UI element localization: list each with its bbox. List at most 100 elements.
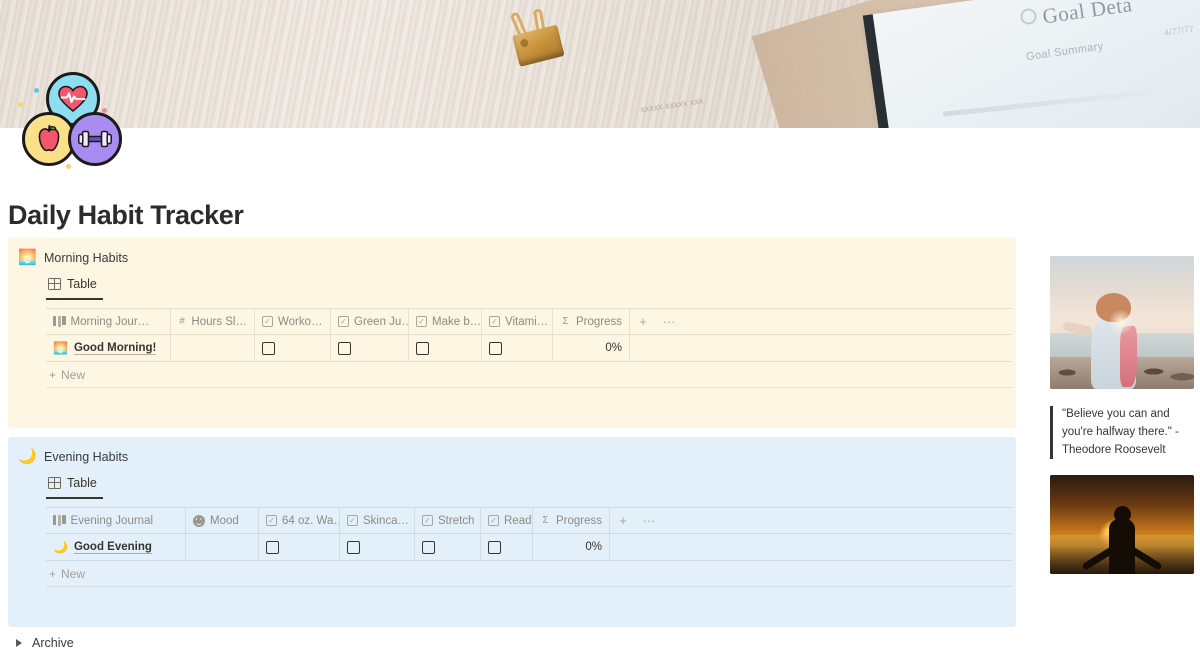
checkbox-unchecked-icon[interactable] [416,341,429,355]
sigma-icon: Σ [542,515,549,526]
table-row[interactable]: 🌅 Good Morning! 0% [46,335,1012,362]
morning-row-progress-cell[interactable]: 0% [553,335,630,361]
tab-evening-table[interactable]: Table [46,473,103,499]
column-label: Progress [555,514,602,527]
image-woman-beach-sunset[interactable] [1050,256,1194,389]
checkbox-icon: ✓ [338,316,349,327]
planner-logo-icon [1019,7,1038,26]
morning-col-vitamins[interactable]: ✓ Vitami… [482,309,553,334]
database-evening-habits: 🌙 Evening Habits Table Evening Journal M… [8,437,1016,627]
sunrise-icon: 🌅 [18,249,37,266]
column-label: Progress [575,315,622,328]
database-morning-habits: 🌅 Morning Habits Table Morning Jour… # H… [8,238,1016,428]
column-label: Read [504,514,532,527]
plus-icon: + [49,367,57,382]
evening-database-header[interactable]: 🌙 Evening Habits [18,449,128,464]
evening-row-skincare-cell[interactable] [340,534,415,560]
column-label: Worko… [278,315,323,328]
planner-goal-summary: Goal Summary [1025,40,1105,64]
sigma-icon: Σ [562,316,569,327]
morning-col-workout[interactable]: ✓ Worko… [255,309,331,334]
sparkle-icon [18,102,23,107]
evening-add-column-button[interactable]: + [610,508,636,533]
tab-morning-table-label: Table [67,277,97,291]
evening-more-options-button[interactable]: ··· [636,508,662,533]
planner-notebook: Goal Deta Goal Summary 4/77/77 [862,0,1200,128]
evening-row-progress-cell[interactable]: 0% [533,534,610,560]
column-label: Hours Sl… [191,315,247,328]
crescent-moon-icon: 🌙 [18,448,37,465]
plus-icon: + [49,566,57,581]
select-smiley-icon [193,514,205,527]
morning-row-workout-cell[interactable] [255,335,331,361]
evening-table-header-row: Evening Journal Mood ✓ 64 oz. Wa… ✓ Skin… [46,507,1012,534]
column-label: Vitami… [505,315,549,328]
morning-row-make-bed-cell[interactable] [409,335,482,361]
evening-row-mood-cell[interactable] [186,534,259,560]
quote-block: "Believe you can and you're halfway ther… [1050,406,1194,460]
morning-more-options-button[interactable]: ··· [656,309,682,334]
page-icon[interactable] [14,72,124,172]
checkbox-icon: ✓ [489,316,500,327]
evening-col-skincare[interactable]: ✓ Skinca… [340,508,415,533]
sunrise-icon: 🌅 [53,341,68,355]
number-icon: # [179,316,185,327]
dumbbell-icon [68,112,122,166]
evening-new-row-button[interactable]: + New [46,561,1012,587]
table-row[interactable]: 🌙 Good Evening 0% [46,534,1012,561]
column-label: Evening Journal [70,514,154,527]
checkbox-unchecked-icon[interactable] [266,540,279,554]
evening-col-progress[interactable]: Σ Progress [533,508,610,533]
sparkle-icon [34,88,39,93]
evening-row-title-cell[interactable]: 🌙 Good Evening [46,534,186,560]
evening-col-stretch[interactable]: ✓ Stretch [415,508,481,533]
sidebar: "Believe you can and you're halfway ther… [1050,256,1196,575]
evening-col-read[interactable]: ✓ Read [481,508,533,533]
checkbox-icon: ✓ [416,316,427,327]
chevron-right-icon[interactable] [16,639,22,647]
evening-col-water[interactable]: ✓ 64 oz. Wa… [259,508,340,533]
morning-database-header[interactable]: 🌅 Morning Habits [18,250,128,265]
tab-morning-table[interactable]: Table [46,274,103,300]
morning-add-column-button[interactable]: + [630,309,656,334]
morning-col-green-juice[interactable]: ✓ Green Ju… [331,309,409,334]
archive-toggle[interactable]: Archive [8,636,74,650]
checkbox-unchecked-icon[interactable] [338,341,351,355]
crescent-moon-icon: 🌙 [53,540,68,554]
evening-database-title[interactable]: Evening Habits [44,450,128,464]
evening-table: Evening Journal Mood ✓ 64 oz. Wa… ✓ Skin… [46,507,1012,587]
morning-database-title[interactable]: Morning Habits [44,251,128,265]
evening-row-spacer-cell [610,534,662,560]
morning-col-make-bed[interactable]: ✓ Make b… [409,309,482,334]
checkbox-unchecked-icon[interactable] [422,540,435,554]
morning-col-morning-journal[interactable]: Morning Jour… [46,309,171,334]
row-title-label: Good Evening [73,540,152,554]
row-title-label: Good Morning! [73,341,157,355]
page-title[interactable]: Daily Habit Tracker [8,200,244,231]
text-icon [53,515,66,526]
image-silhouette-sunset[interactable] [1050,475,1194,575]
page-cover-banner[interactable]: Goal Deta Goal Summary 4/77/77 xxxxx xxx… [0,0,1200,128]
evening-row-stretch-cell[interactable] [415,534,481,560]
checkbox-unchecked-icon[interactable] [489,341,502,355]
morning-row-vitamins-cell[interactable] [482,335,553,361]
text-icon [53,316,66,327]
checkbox-unchecked-icon[interactable] [262,341,275,355]
checkbox-unchecked-icon[interactable] [488,540,501,554]
morning-new-row-button[interactable]: + New [46,362,1012,388]
column-label: Make b… [432,315,482,328]
evening-row-read-cell[interactable] [481,534,533,560]
checkbox-unchecked-icon[interactable] [347,540,360,554]
table-icon [48,477,61,489]
morning-row-title-cell[interactable]: 🌅 Good Morning! [46,335,171,361]
morning-col-hours-slept[interactable]: # Hours Sl… [171,309,255,334]
evening-col-evening-journal[interactable]: Evening Journal [46,508,186,533]
evening-row-water-cell[interactable] [259,534,340,560]
morning-row-hours-cell[interactable] [171,335,255,361]
morning-col-progress[interactable]: Σ Progress [553,309,630,334]
table-icon [48,278,61,290]
morning-row-green-juice-cell[interactable] [331,335,409,361]
column-label: Morning Jour… [70,315,150,328]
evening-col-mood[interactable]: Mood [186,508,259,533]
evening-view-tabs: Table [46,473,103,499]
